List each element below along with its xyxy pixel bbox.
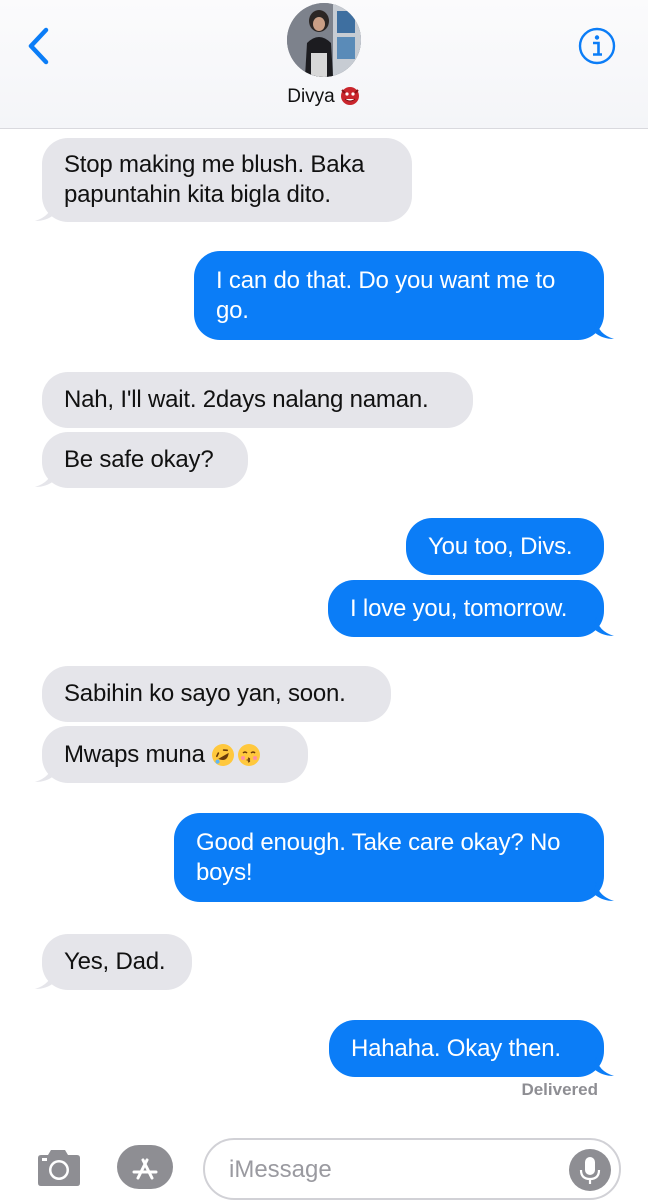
message-input-wrapper[interactable]: [203, 1138, 621, 1200]
incoming-message[interactable]: Nah, I'll wait. 2days nalang naman.: [42, 372, 473, 428]
microphone-icon: [569, 1149, 611, 1191]
message-line: I can do that. Do you want me to: [216, 266, 556, 294]
bubble-tail: [33, 970, 55, 990]
incoming-message[interactable]: Sabihin ko sayo yan, soon.: [42, 666, 391, 722]
message-line: boys!: [196, 858, 253, 886]
message-text: Mwaps muna: [64, 740, 205, 768]
info-icon: [578, 27, 616, 65]
outgoing-message[interactable]: I love you, tomorrow.: [328, 580, 604, 637]
outgoing-message[interactable]: Good enough. Take care okay? No boys!: [174, 813, 604, 902]
bubble-tail: [594, 320, 616, 340]
bubble-tail: [33, 468, 55, 488]
avatar-photo: [287, 3, 361, 77]
ogre-face-icon: [339, 84, 361, 106]
incoming-message[interactable]: Be safe okay?: [42, 432, 248, 488]
message-line: go.: [216, 296, 249, 324]
bubble-tail: [594, 882, 616, 902]
incoming-message[interactable]: Yes, Dad.: [42, 934, 192, 990]
info-button[interactable]: [577, 26, 617, 66]
kissing-face-closed-eyes-icon: [237, 743, 260, 766]
camera-button[interactable]: [34, 1148, 84, 1188]
outgoing-message[interactable]: You too, Divs.: [406, 518, 604, 575]
message-text: Sabihin ko sayo yan, soon.: [64, 680, 346, 707]
contact-avatar[interactable]: [287, 3, 361, 77]
bubble-tail: [33, 202, 55, 222]
delivered-status: Delivered: [521, 1080, 598, 1099]
conversation-header: Divya: [0, 0, 648, 129]
message-input[interactable]: [229, 1150, 559, 1190]
app-store-icon: [117, 1145, 173, 1189]
back-button[interactable]: [22, 22, 62, 70]
contact-name: Divya: [287, 86, 335, 107]
message-text: I love you, tomorrow.: [350, 594, 568, 622]
message-text: Hahaha. Okay then.: [351, 1034, 561, 1062]
incoming-message[interactable]: Stop making me blush. Baka papuntahin ki…: [42, 138, 412, 222]
message-text: You too, Divs.: [428, 532, 573, 560]
incoming-message[interactable]: Mwaps muna: [42, 726, 308, 783]
rolling-on-floor-laughing-icon: [211, 743, 234, 766]
message-line: Stop making me blush. Baka: [64, 151, 365, 178]
message-line: papuntahin kita bigla dito.: [64, 181, 331, 208]
message-line: Good enough. Take care okay? No: [196, 828, 561, 856]
bubble-tail: [594, 617, 616, 637]
message-text: Yes, Dad.: [64, 948, 166, 975]
message-text: Be safe okay?: [64, 446, 214, 473]
message-text: Nah, I'll wait. 2days nalang naman.: [64, 386, 429, 413]
microphone-button[interactable]: [568, 1148, 612, 1192]
apps-button[interactable]: [116, 1144, 174, 1190]
chevron-left-icon: [28, 27, 49, 65]
bubble-tail: [33, 763, 55, 783]
camera-icon: [38, 1150, 80, 1186]
outgoing-message[interactable]: I can do that. Do you want me to go.: [194, 251, 604, 340]
bubble-tail: [594, 1057, 616, 1077]
contact-name-row[interactable]: Divya: [0, 84, 648, 110]
outgoing-message[interactable]: Hahaha. Okay then.: [329, 1020, 604, 1077]
